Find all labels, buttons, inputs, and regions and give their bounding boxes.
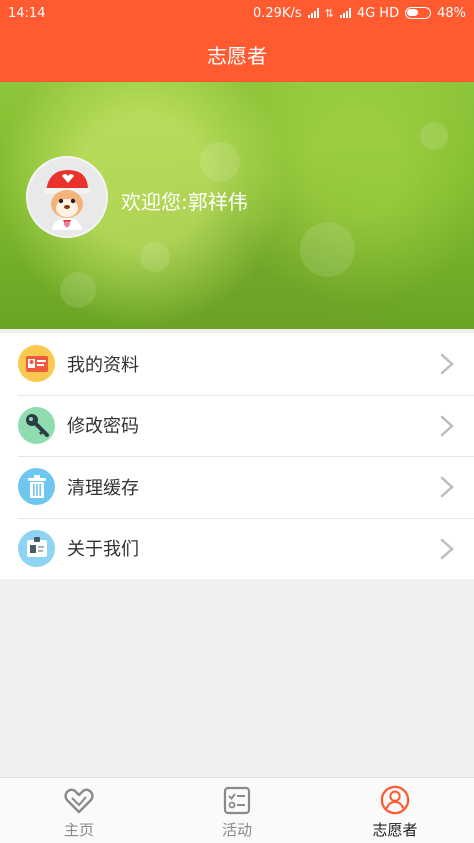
bokeh-decoration: [200, 142, 240, 182]
bokeh-decoration: [300, 222, 355, 277]
menu-item-my-profile[interactable]: 我的资料: [0, 333, 474, 395]
id-badge-icon: [18, 529, 55, 567]
chevron-right-icon: [440, 538, 454, 559]
trash-icon: [18, 468, 55, 505]
user-name: 郭祥伟: [187, 190, 248, 214]
status-time: 14:14: [8, 5, 46, 21]
menu-item-label: 修改密码: [67, 416, 139, 438]
tab-label: 活动: [221, 821, 252, 839]
checklist-icon: [223, 786, 251, 815]
data-transfer-icon: ⇅: [324, 6, 334, 20]
tab-label: 志愿者: [372, 821, 418, 839]
mascot-avatar-icon: [28, 158, 106, 236]
bokeh-decoration: [140, 242, 170, 272]
key-icon: [18, 406, 55, 444]
status-bar: 14:14 0.29K/s ⇅ 4G HD 48%: [0, 0, 474, 26]
chevron-right-icon: [440, 476, 454, 498]
chevron-right-icon: [440, 415, 454, 436]
network-speed: 0.29K/s: [252, 5, 302, 21]
bokeh-decoration: [420, 122, 448, 150]
settings-menu: 我的资料 修改密码 清理缓存 关于我们: [0, 333, 474, 579]
menu-item-about-us[interactable]: 关于我们: [0, 517, 474, 580]
network-type: 4G HD: [356, 5, 400, 21]
battery-icon: [405, 7, 432, 19]
title-bar: 志愿者: [0, 26, 474, 82]
user-circle-icon: [380, 785, 410, 815]
signal-icon: [339, 8, 351, 18]
bottom-tab-bar: 主页 活动 志愿者: [0, 777, 474, 843]
tab-label: 主页: [63, 821, 94, 839]
menu-item-clear-cache[interactable]: 清理缓存: [0, 456, 474, 518]
profile-card-icon: [18, 345, 55, 382]
menu-item-label: 我的资料: [67, 354, 139, 376]
menu-item-label: 关于我们: [67, 539, 139, 561]
tab-volunteer[interactable]: 志愿者: [316, 778, 474, 843]
avatar[interactable]: [26, 156, 108, 238]
tab-home[interactable]: 主页: [0, 778, 158, 843]
signal-icon: [307, 8, 319, 18]
status-indicators: 0.29K/s ⇅ 4G HD 48%: [253, 6, 466, 21]
menu-item-label: 清理缓存: [67, 477, 139, 499]
battery-level: 48%: [437, 5, 466, 21]
welcome-message: 欢迎您: 郭祥伟: [121, 186, 248, 215]
welcome-prefix: 欢迎您:: [121, 190, 188, 214]
profile-banner: 欢迎您: 郭祥伟: [0, 82, 474, 329]
chevron-right-icon: [440, 353, 454, 375]
page-title: 志愿者: [207, 43, 267, 68]
bokeh-decoration: [60, 272, 96, 308]
tab-activities[interactable]: 活动: [158, 778, 316, 843]
menu-item-change-password[interactable]: 修改密码: [0, 394, 474, 457]
heart-hands-icon: [64, 788, 94, 814]
